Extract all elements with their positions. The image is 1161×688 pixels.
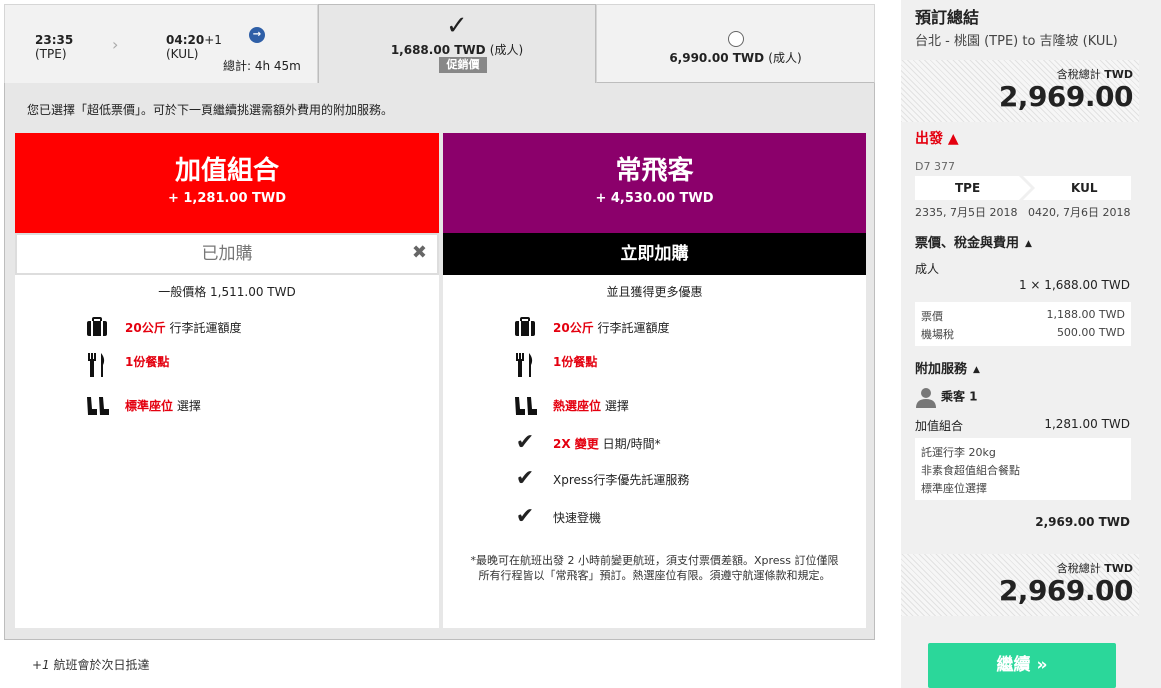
seat-icon xyxy=(85,395,109,419)
flight-strip: 23:35 (TPE) › 04:20+1 (KUL) → 總計: 4h 45m… xyxy=(4,4,875,83)
luggage-icon xyxy=(85,315,109,339)
arrival-datetime: 0420, 7月6日 2018 xyxy=(1028,206,1131,219)
fare-breakdown: 票價 1,188.00 TWD 機場稅 500.00 TWD xyxy=(915,302,1131,346)
addon-price: 1,281.00 TWD xyxy=(1044,417,1130,431)
total-box: 含稅總計 TWD 2,969.00 xyxy=(901,60,1139,122)
flight-number: D7 377 xyxy=(915,160,955,173)
remove-bundle-icon[interactable]: ✖ xyxy=(412,242,427,263)
route-box: TPE KUL xyxy=(915,176,1131,200)
list-item: 託運行李 20kg xyxy=(921,446,996,459)
fare-notice: 您已選擇「超低票價」。可於下一頁繼續挑選需額外費用的附加服務。 xyxy=(27,103,394,117)
addon-name: 加值組合 xyxy=(915,419,964,433)
seat-icon xyxy=(513,395,537,419)
passenger: 乘客 1 xyxy=(915,386,978,408)
continue-button[interactable]: 繼續 » xyxy=(928,643,1116,688)
route-from: TPE xyxy=(955,181,981,195)
check-icon: ✔ xyxy=(515,466,535,491)
feature-text: 標準座位 選擇 xyxy=(125,399,201,413)
user-icon xyxy=(916,388,936,408)
flight-details-icon[interactable]: → xyxy=(249,27,265,43)
departure-datetime: 2335, 7月5日 2018 xyxy=(915,206,1018,219)
feature-text: 熱選座位 選擇 xyxy=(553,399,629,413)
next-day-note: +1 航班會於次日抵達 xyxy=(32,658,150,672)
departure-airport: (TPE) xyxy=(35,47,67,61)
bundle-panel: 您已選擇「超低票價」。可於下一頁繼續挑選需額外費用的附加服務。 加值組合 + 1… xyxy=(4,83,875,640)
feature-text: Xpress行李優先託運服務 xyxy=(553,473,690,487)
caret-up-icon: ▲ xyxy=(973,365,980,375)
flight-info: 23:35 (TPE) › 04:20+1 (KUL) → 總計: 4h 45m xyxy=(4,4,318,83)
feature-text: 2X 變更 日期/時間* xyxy=(553,437,661,451)
meal-icon xyxy=(85,351,109,377)
meal-icon xyxy=(513,351,537,377)
bundle-footnote: *最晚可在航班出發 2 小時前變更航班，須支付票價差額。Xpress 訂位僅限 … xyxy=(470,554,839,582)
arrival-time: 04:20+1 xyxy=(166,33,222,47)
bundle-price: + 4,530.00 TWD xyxy=(595,191,714,206)
chevron-right-icon: › xyxy=(112,35,119,54)
bundle-subtitle: 並且獲得更多優惠 xyxy=(606,285,703,299)
fare-option-promo[interactable]: ✓ 1,688.00 TWD (成人) 促銷價 xyxy=(318,4,596,83)
total-duration: 總計: 4h 45m xyxy=(223,59,301,73)
route-to: KUL xyxy=(1071,181,1098,195)
bundle-header: 加值組合 + 1,281.00 TWD xyxy=(15,133,439,233)
added-status: 已加購 ✖ xyxy=(15,233,439,275)
selected-check-icon: ✓ xyxy=(446,11,468,41)
bundle-value-pack: 加值組合 + 1,281.00 TWD 已加購 ✖ 一般價格 1,511.00 … xyxy=(15,133,439,628)
total-box: 含稅總計 TWD 2,969.00 xyxy=(901,554,1139,616)
list-item: 非素食超值組合餐點 xyxy=(921,464,1020,477)
bundle-frequent-flyer: 常飛客 + 4,530.00 TWD 立即加購 並且獲得更多優惠 20公斤 行李… xyxy=(443,133,866,628)
bundle-name: 常飛客 xyxy=(615,156,694,186)
check-icon: ✔ xyxy=(515,430,535,455)
addon-items: 託運行李 20kg 非素食超值組合餐點 標準座位選擇 xyxy=(915,438,1131,500)
bundle-header: 常飛客 + 4,530.00 TWD xyxy=(443,133,866,233)
fare-radio[interactable] xyxy=(728,31,744,47)
promo-badge: 促銷價 xyxy=(439,57,487,73)
summary-subtotal: 2,969.00 TWD xyxy=(1035,515,1130,529)
feature-text: 20公斤 行李託運額度 xyxy=(553,321,670,335)
feature-text: 20公斤 行李託運額度 xyxy=(125,321,242,335)
total-amount: 2,969.00 xyxy=(998,80,1134,113)
fare-price: 1,688.00 TWD (成人) xyxy=(390,43,524,57)
chevron-right-icon xyxy=(1019,176,1035,200)
added-label: 已加購 xyxy=(201,244,253,264)
regular-price: 一般價格 1,511.00 TWD xyxy=(158,285,296,299)
caret-up-icon: ▲ xyxy=(947,131,959,147)
bundle-name: 加值組合 xyxy=(174,156,279,186)
arrival-airport: (KUL) xyxy=(166,47,199,61)
caret-up-icon: ▲ xyxy=(1025,239,1032,249)
feature-text: 1份餐點 xyxy=(553,355,598,369)
feature-text: 1份餐點 xyxy=(125,355,170,369)
summary-route: 台北 - 桃園 (TPE) to 吉隆坡 (KUL) xyxy=(915,34,1118,49)
summary-title: 預訂總結 xyxy=(915,8,980,27)
bundle-price: + 1,281.00 TWD xyxy=(167,191,287,206)
add-bundle-button[interactable]: 立即加購 xyxy=(443,233,866,275)
adult-label: 成人 xyxy=(915,262,940,276)
check-icon: ✔ xyxy=(515,504,535,529)
list-item: 標準座位選擇 xyxy=(921,482,987,495)
fare-option-standard[interactable]: 6,990.00 TWD (成人) xyxy=(596,4,875,83)
feature-text: 快速登機 xyxy=(553,511,602,525)
depart-toggle[interactable]: 出發 ▲ xyxy=(915,128,959,148)
luggage-icon xyxy=(513,315,537,339)
adult-fare: 1 × 1,688.00 TWD xyxy=(1018,278,1130,292)
departure-time: 23:35 xyxy=(35,33,74,47)
booking-summary: 預訂總結 台北 - 桃園 (TPE) to 吉隆坡 (KUL) 含稅總計 TWD… xyxy=(901,0,1161,688)
fare-price: 6,990.00 TWD (成人) xyxy=(669,51,802,65)
total-amount: 2,969.00 xyxy=(998,574,1134,607)
addon-section-toggle[interactable]: 附加服務 ▲ xyxy=(915,358,980,377)
fare-section-toggle[interactable]: 票價、稅金與費用 ▲ xyxy=(915,232,1032,251)
